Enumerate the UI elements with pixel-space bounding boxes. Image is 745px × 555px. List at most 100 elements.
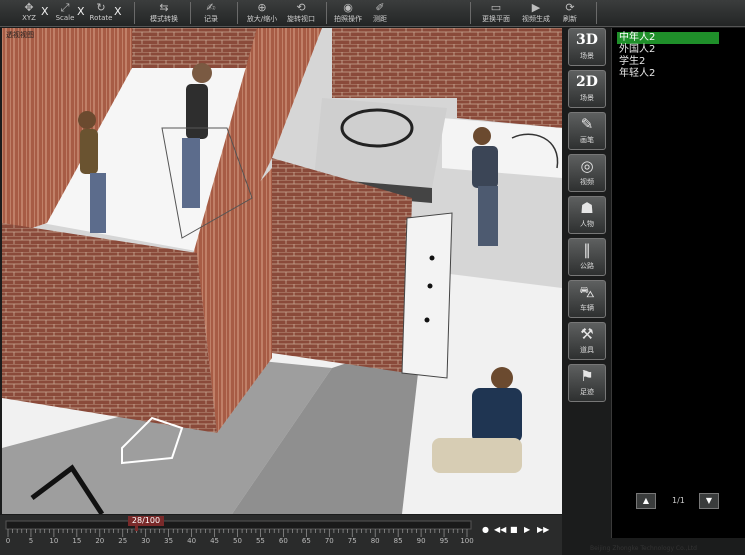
car-label: 车辆 — [580, 304, 594, 312]
tick-label: 80 — [370, 537, 380, 545]
zoom-icon: ⊕ — [257, 1, 267, 14]
record-button[interactable]: ✍ 记录 — [197, 1, 225, 25]
fast-forward-button[interactable]: ▶▶ — [537, 525, 549, 534]
tick-label: 15 — [72, 537, 82, 545]
refresh-icon: ⟳ — [565, 1, 575, 14]
2d-scene-icon: 2D — [576, 74, 598, 90]
back-wall — [332, 28, 472, 98]
toolbar-divider — [326, 2, 327, 24]
play-button[interactable]: ▶ — [524, 525, 530, 534]
list-item-selected[interactable]: 中年人2 — [617, 32, 719, 44]
model-list-panel: 中年人2 外国人2 学生2 年轻人2 ▲ 1/1 ▼ — [611, 28, 745, 538]
timeline-track — [5, 520, 472, 530]
move-tool-close[interactable]: X — [41, 5, 49, 18]
tick-label: 35 — [164, 537, 174, 545]
video-reel-label: 视频 — [580, 178, 594, 186]
tick-label: 40 — [187, 537, 197, 545]
back-wall — [457, 28, 562, 128]
scale-tool[interactable]: ⤢ Scale — [52, 1, 78, 25]
tick-label: 70 — [324, 537, 334, 545]
props-button[interactable]: ⚒ 道具 — [568, 322, 606, 360]
tick-label: 45 — [210, 537, 220, 545]
plane-label: 更换平面 — [482, 15, 510, 23]
brush-button[interactable]: ✎ 画笔 — [568, 112, 606, 150]
tick-label: 20 — [95, 537, 105, 545]
road-label: 公路 — [580, 262, 594, 270]
rotate-tool-close[interactable]: X — [114, 5, 122, 18]
toolbar-divider — [237, 2, 238, 24]
camera-button[interactable]: ◉ 拍照操作 — [333, 1, 363, 25]
tool-panel: 3D 场景 2D 场景 ✎ 画笔 ◎ 视频 ☗ 人物 ∥ 公路 ⛍ 车辆 ⚒ 道… — [566, 28, 606, 515]
rotate-tool-label: Rotate — [89, 14, 113, 22]
2d-scene-label: 场景 — [580, 94, 594, 102]
tick-label: 30 — [141, 537, 151, 545]
mode-switch-button[interactable]: ⇆ 模式转换 — [144, 1, 184, 25]
toolbar-divider — [596, 2, 597, 24]
3d-viewport[interactable]: 透视视图 — [2, 28, 562, 514]
video-reel-button[interactable]: ◎ 视频 — [568, 154, 606, 192]
rotate-tool[interactable]: ↻ Rotate — [88, 1, 114, 25]
timeline: 0 5 10 15 20 25 30 35 40 45 50 55 60 65 70 75 80 85 90 95 10… — [0, 515, 562, 555]
video-icon: ▶ — [531, 1, 541, 14]
measure-icon: ✐ — [375, 1, 385, 14]
road-icon: ∥ — [583, 241, 591, 259]
tick-label: 25 — [118, 537, 128, 545]
toolbar-divider — [470, 2, 471, 24]
zoom-button[interactable]: ⊕ 放大/缩小 — [244, 1, 280, 25]
rotate-view-button[interactable]: ⟲ 旋转视口 — [283, 1, 319, 25]
car-button[interactable]: ⛍ 车辆 — [568, 280, 606, 318]
copyright-text: Beijing Zhongke Technology Co.,Ltd — [590, 545, 697, 552]
measure-label: 测距 — [373, 15, 387, 23]
people-label: 人物 — [580, 220, 594, 228]
footprint-icon: ⚑ — [580, 367, 594, 385]
measure-button[interactable]: ✐ 测距 — [366, 1, 394, 25]
scale-tool-label: Scale — [55, 14, 75, 22]
video-reel-icon: ◎ — [580, 157, 594, 175]
2d-scene-button[interactable]: 2D 场景 — [568, 70, 606, 108]
props-label: 道具 — [580, 346, 594, 354]
timeline-ruler[interactable] — [0, 515, 562, 555]
toolbar-divider — [134, 2, 135, 24]
page-prev-button[interactable]: ▲ — [636, 493, 656, 509]
toolbar-divider — [190, 2, 191, 24]
viewport-label: 透视视图 — [6, 31, 34, 39]
list-item[interactable]: 年轻人2 — [617, 68, 719, 80]
road-button[interactable]: ∥ 公路 — [568, 238, 606, 276]
plane-button[interactable]: ▭ 更换平面 — [478, 1, 514, 25]
tick-label: 5 — [28, 537, 34, 545]
stop-button[interactable]: ■ — [510, 525, 518, 534]
list-item[interactable]: 学生2 — [617, 56, 719, 68]
page-indicator: 1/1 — [672, 496, 685, 505]
people-icon: ☗ — [580, 199, 594, 217]
cabinet-side — [401, 212, 453, 379]
rotate-view-label: 旋转视口 — [287, 15, 315, 23]
tick-label: 55 — [255, 537, 265, 545]
plane-icon: ▭ — [490, 1, 502, 14]
tick-label: 65 — [301, 537, 311, 545]
video-button[interactable]: ▶ 视频生成 — [518, 1, 554, 25]
tick-label: 75 — [347, 537, 357, 545]
scale-tool-close[interactable]: X — [77, 5, 85, 18]
3d-scene-button[interactable]: 3D 场景 — [568, 28, 606, 66]
record-dot-button[interactable]: ● — [482, 525, 489, 534]
scene-render — [2, 28, 562, 514]
props-icon: ⚒ — [580, 325, 594, 343]
mode-switch-icon: ⇆ — [159, 1, 169, 14]
tick-label: 10 — [49, 537, 59, 545]
people-button[interactable]: ☗ 人物 — [568, 196, 606, 234]
3d-scene-label: 场景 — [580, 52, 594, 60]
rewind-button[interactable]: ◀◀ — [494, 525, 506, 534]
move-icon: ✥ — [24, 1, 34, 14]
tick-label: 60 — [278, 537, 288, 545]
mode-switch-label: 模式转换 — [150, 15, 178, 23]
record-label: 记录 — [204, 15, 218, 23]
frame-readout: 28/100 — [128, 516, 164, 526]
brush-label: 画笔 — [580, 136, 594, 144]
tick-label: 0 — [5, 537, 11, 545]
move-tool[interactable]: ✥ XYZ — [16, 1, 42, 25]
footprint-button[interactable]: ⚑ 足迹 — [568, 364, 606, 402]
page-next-button[interactable]: ▼ — [699, 493, 719, 509]
list-item[interactable]: 外国人2 — [617, 44, 719, 56]
refresh-button[interactable]: ⟳ 刷新 — [558, 1, 582, 25]
car-icon: ⛍ — [579, 283, 595, 301]
